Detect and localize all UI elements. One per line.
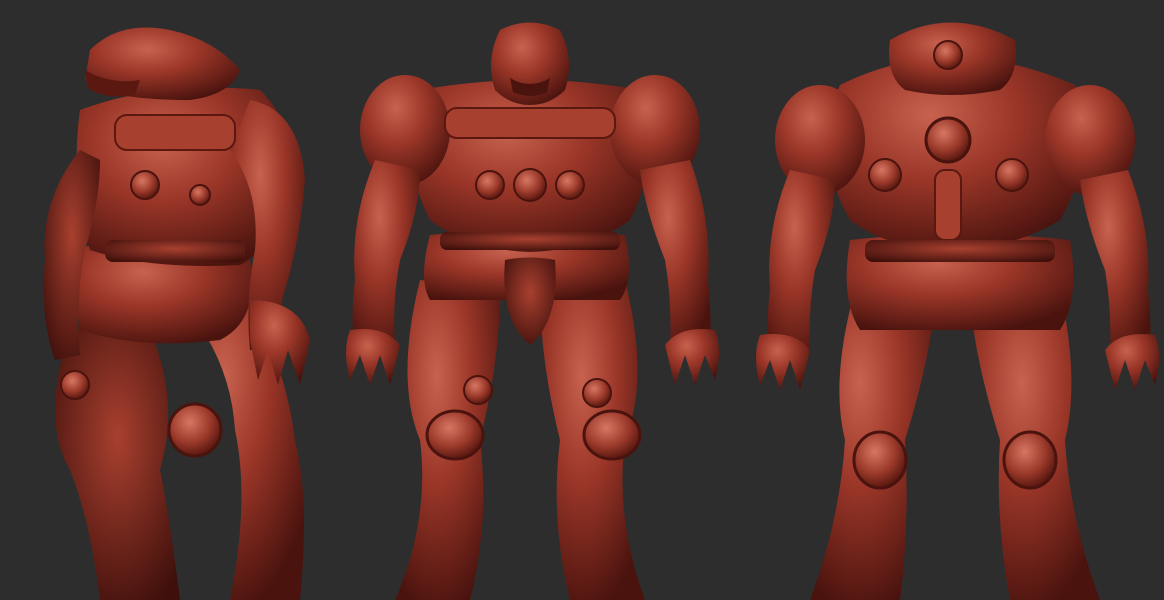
front-view-ab-disc-2: [513, 168, 547, 202]
back-view-belt: [865, 240, 1055, 262]
back-view-spine-plate: [934, 169, 962, 241]
front-view-ab-disc-3: [555, 170, 585, 200]
left-view-chest-disc-2: [189, 184, 211, 206]
front-view-torso: [409, 80, 651, 252]
left-view-chest-plate: [114, 114, 236, 151]
front-view-belt: [440, 232, 620, 250]
front-view-chest-plate: [444, 107, 616, 139]
back-view-right-back-disc: [995, 158, 1029, 192]
front-view-ab-disc-1: [475, 170, 505, 200]
front-view-left-knee-disc: [425, 409, 485, 461]
front-view-left-thigh-disc: [463, 375, 493, 405]
back-view-spine-disc-main: [924, 116, 972, 164]
left-view-knee-disc: [167, 402, 223, 458]
back-view-left-calf-disc: [852, 430, 908, 490]
back-view-spine-disc-top: [933, 40, 963, 70]
left-view-chest-disc: [130, 170, 160, 200]
front-view-right-knee-disc: [582, 409, 642, 461]
front-view-right-thigh-disc: [582, 378, 612, 408]
back-view-left-back-disc: [868, 158, 902, 192]
sculpt-render-viewport: [0, 0, 1164, 600]
left-view-belt: [105, 240, 245, 262]
left-view-hip-disc: [60, 370, 90, 400]
back-view-right-calf-disc: [1002, 430, 1058, 490]
sculpt-render: [0, 0, 1164, 600]
